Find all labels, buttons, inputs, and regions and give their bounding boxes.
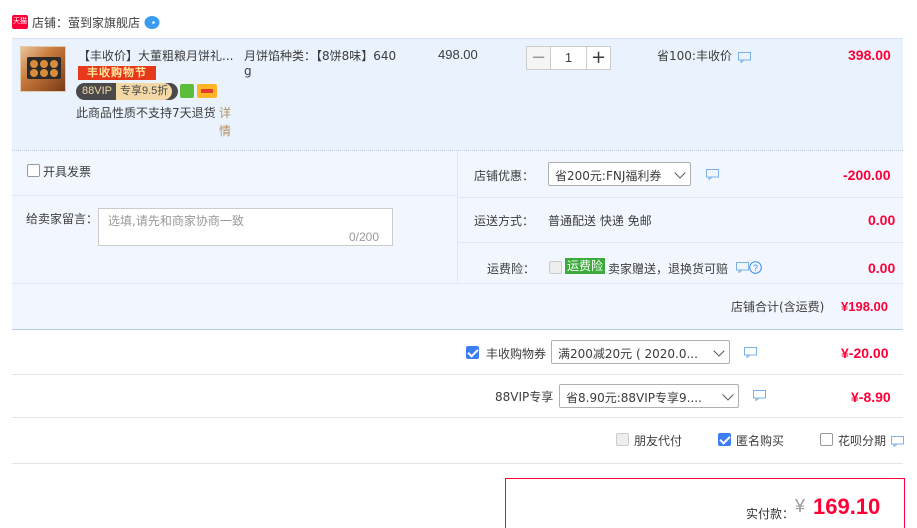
chevron-down-icon bbox=[713, 345, 725, 357]
product-title[interactable]: 【丰收价】大董粗粮月饼礼... bbox=[78, 47, 233, 64]
anonymous-checkbox[interactable] bbox=[718, 433, 731, 446]
message-placeholder: 选填,请先和商家协商一致 bbox=[108, 214, 244, 228]
wangwang-chat-icon[interactable] bbox=[144, 15, 160, 30]
shop-total-label: 店铺合计(含运费) bbox=[731, 300, 825, 314]
service-icon bbox=[180, 84, 194, 98]
svg-text:?: ? bbox=[753, 263, 758, 273]
harvest-coupon-checkbox[interactable] bbox=[466, 346, 479, 359]
invoice-label[interactable]: 开具发票 bbox=[43, 163, 91, 180]
product-thumbnail[interactable] bbox=[20, 46, 66, 92]
shop-discount-select[interactable]: 省200元:FNJ福利券 bbox=[548, 162, 691, 186]
card-icon bbox=[197, 84, 217, 98]
insurance-label: 运费险： bbox=[487, 262, 536, 276]
row-divider bbox=[12, 195, 457, 196]
insurance-amount: 0.00 bbox=[868, 260, 896, 276]
friend-pay-checkbox bbox=[616, 433, 629, 446]
column-divider bbox=[457, 150, 458, 283]
insurance-text: 卖家赠送，退换货可赔 bbox=[608, 262, 729, 276]
shipping-method: 普通配送 快递 免邮 bbox=[548, 214, 652, 228]
vip-text: 88VIP bbox=[82, 85, 112, 97]
vip-label: 88VIP专享 bbox=[495, 390, 554, 404]
comment-icon[interactable] bbox=[706, 169, 719, 180]
row-divider bbox=[12, 374, 903, 375]
help-icon[interactable]: ? bbox=[749, 261, 762, 274]
shop-total-amount: ¥198.00 bbox=[841, 299, 888, 314]
insurance-badge: 运费险 bbox=[565, 258, 606, 274]
row-divider bbox=[457, 242, 903, 243]
pay-label: 实付款： bbox=[746, 507, 795, 521]
pay-amount: 169.10 bbox=[813, 494, 881, 519]
vip-discount: 专享9.5折 bbox=[115, 83, 173, 100]
insurance-checkbox bbox=[549, 261, 562, 274]
row-divider bbox=[12, 463, 903, 464]
quantity-input[interactable]: 1 bbox=[551, 46, 586, 70]
unit-price: 498.00 bbox=[438, 47, 478, 62]
vip-value: 省8.90元:88VIP专享9.... bbox=[566, 391, 702, 405]
harvest-festival-banner: 丰收购物节 bbox=[78, 66, 156, 80]
tmall-badge: 天猫 bbox=[12, 15, 28, 29]
row-divider bbox=[457, 197, 903, 198]
vip-amount: ¥-8.90 bbox=[851, 389, 891, 405]
comment-icon[interactable] bbox=[736, 262, 749, 273]
vip-discount-select[interactable]: 省8.90元:88VIP专享9.... bbox=[559, 384, 739, 408]
shop-discount-value: 省200元:FNJ福利券 bbox=[555, 169, 662, 183]
chevron-down-icon bbox=[674, 167, 686, 179]
message-label: 给卖家留言： bbox=[26, 212, 99, 226]
shipping-label: 运送方式： bbox=[474, 214, 535, 228]
comment-icon[interactable] bbox=[738, 52, 751, 63]
pay-currency: ¥ bbox=[795, 496, 806, 516]
shop-discount-amount: -200.00 bbox=[843, 167, 891, 183]
comment-icon[interactable] bbox=[744, 347, 757, 358]
comment-icon[interactable] bbox=[753, 390, 766, 401]
invoice-checkbox[interactable] bbox=[27, 164, 40, 177]
coupon-value: 满200减20元 ( 2020.0... bbox=[558, 347, 698, 361]
spec-line-2: g bbox=[244, 64, 252, 78]
coupon-amount: ¥-20.00 bbox=[841, 345, 889, 361]
quantity-decrease-button[interactable]: − bbox=[526, 46, 551, 70]
comment-icon[interactable] bbox=[891, 436, 904, 447]
row-divider bbox=[12, 417, 903, 418]
friend-pay-label: 朋友代付 bbox=[634, 434, 683, 448]
detail-link[interactable]: 详情 bbox=[219, 104, 235, 140]
item-saving-text: 省100:丰收价 bbox=[657, 49, 732, 63]
message-char-count: 0/200 bbox=[349, 230, 380, 244]
item-total-price: 398.00 bbox=[848, 47, 891, 63]
huabei-checkbox[interactable] bbox=[820, 433, 833, 446]
harvest-coupon-select[interactable]: 满200减20元 ( 2020.0... bbox=[551, 340, 730, 364]
huabei-label[interactable]: 花呗分期 bbox=[838, 432, 886, 449]
row-divider bbox=[12, 283, 903, 284]
return-policy-note: 此商品性质不支持7天退货 bbox=[76, 106, 216, 120]
vip-discount-badge: 88VIP 专享9.5折 bbox=[76, 83, 179, 100]
shop-discount-label: 店铺优惠： bbox=[474, 169, 535, 183]
shipping-amount: 0.00 bbox=[868, 212, 896, 228]
anonymous-label[interactable]: 匿名购买 bbox=[736, 432, 784, 449]
chevron-down-icon bbox=[722, 389, 734, 401]
quantity-increase-button[interactable]: + bbox=[586, 46, 611, 70]
spec-line-1: 月饼馅种类：【8饼8味】640 bbox=[244, 49, 397, 63]
shop-title[interactable]: 店铺：萤到家旗舰店 bbox=[32, 14, 140, 31]
harvest-coupon-label[interactable]: 丰收购物券 bbox=[486, 345, 546, 362]
